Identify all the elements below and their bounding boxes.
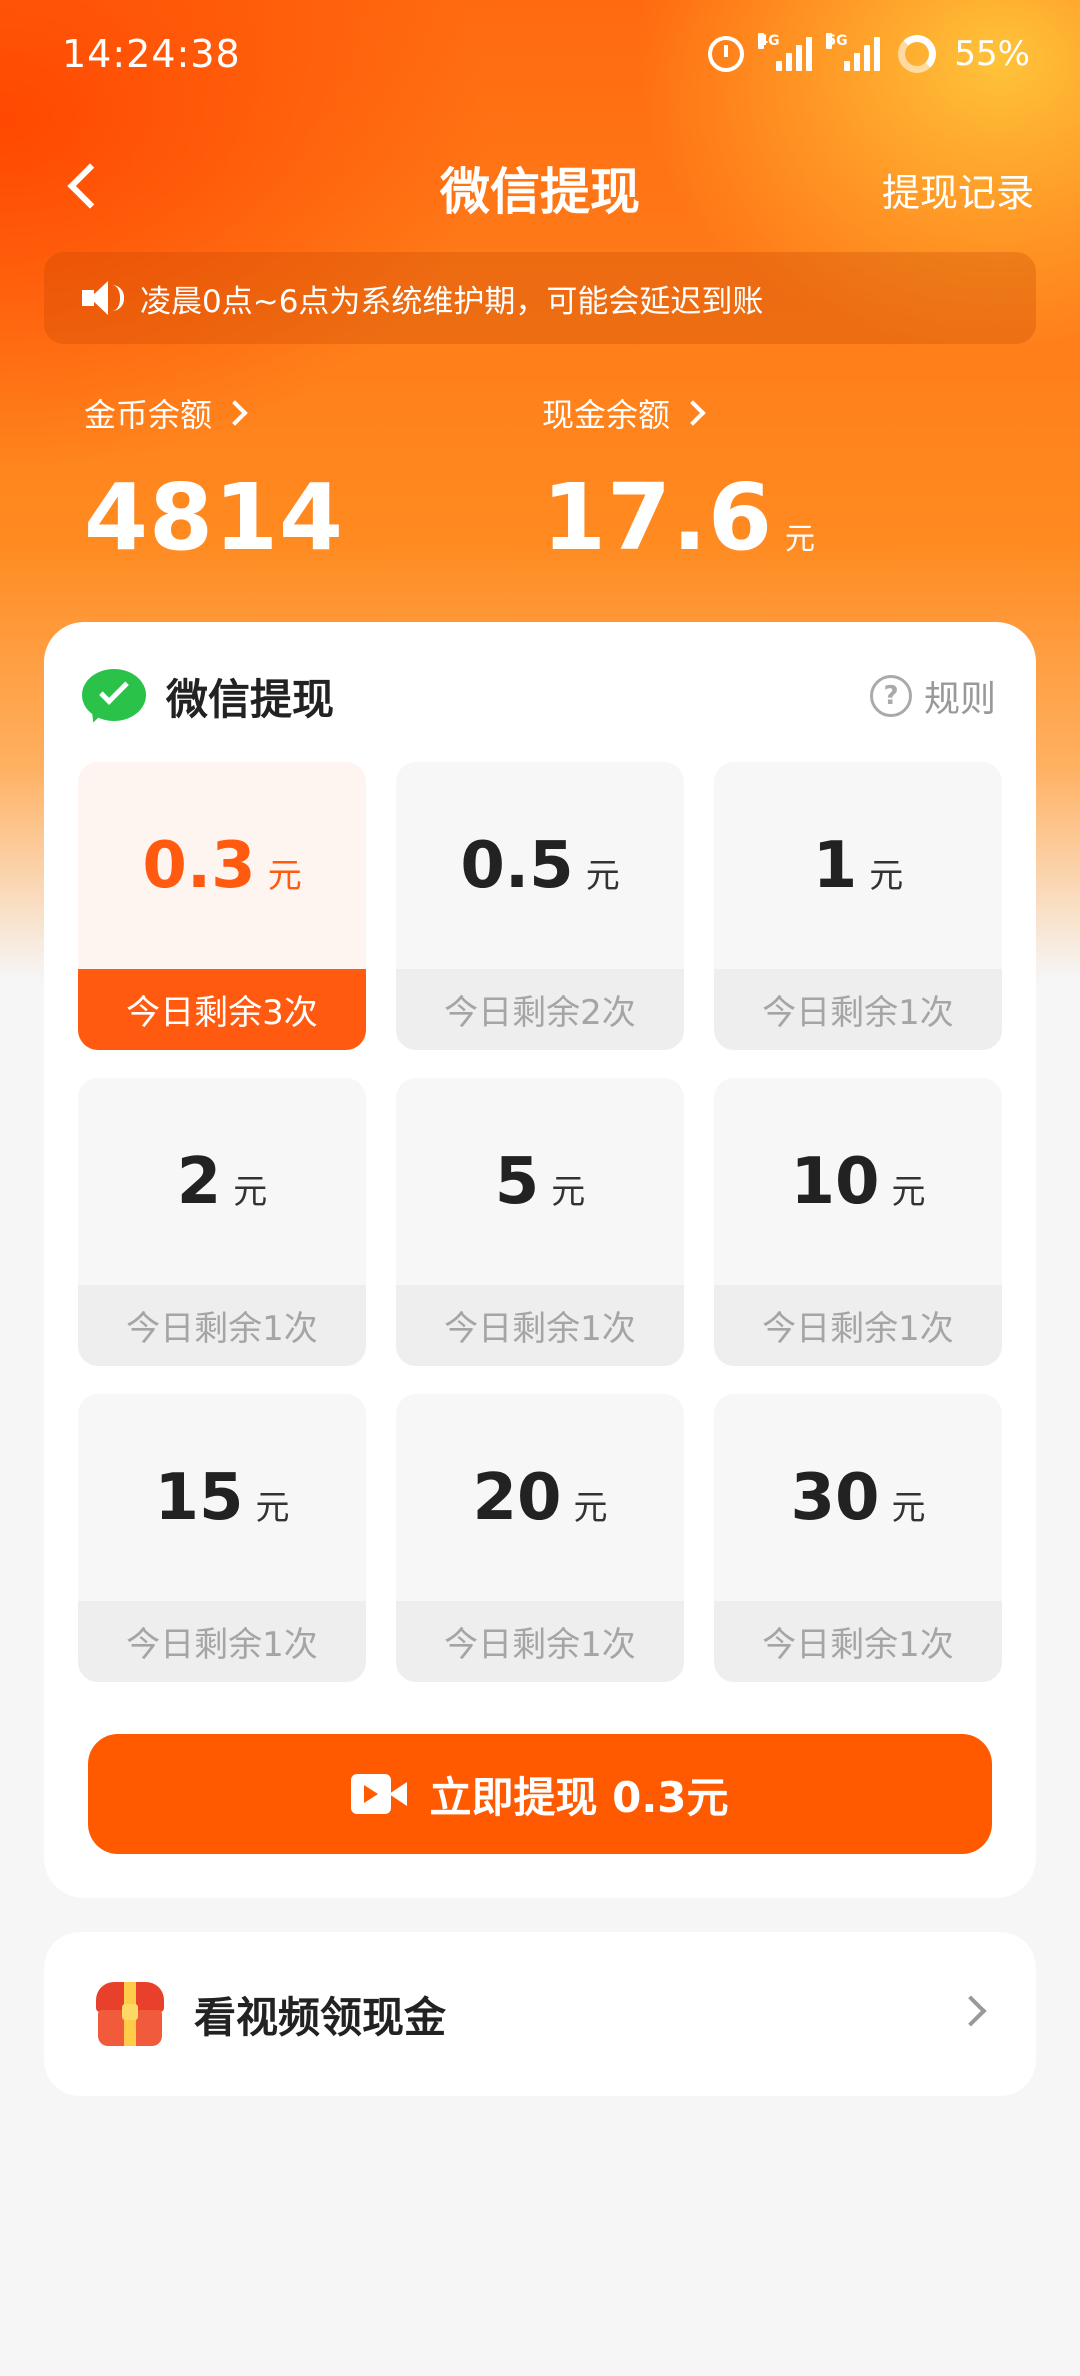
amount-option[interactable]: 10 元 今日剩余1次 <box>714 1078 1002 1366</box>
wechat-icon <box>82 668 146 725</box>
cash-balance[interactable]: 现金余额 17.6 元 <box>542 390 816 571</box>
amount-option[interactable]: 0.5 元 今日剩余2次 <box>396 762 684 1050</box>
amount-option[interactable]: 15 元 今日剩余1次 <box>78 1394 366 1682</box>
amount-option[interactable]: 5元 今日剩余1次 <box>396 1078 684 1366</box>
chevron-right-icon <box>222 400 248 426</box>
option-amount: 0.3 <box>142 828 256 903</box>
option-amount: 5 <box>494 1144 540 1219</box>
alarm-icon <box>708 36 745 72</box>
maintenance-notice: 凌晨0点~6点为系统维护期，可能会延迟到账 <box>44 252 1036 344</box>
rules-link[interactable]: ? 规则 <box>869 670 996 722</box>
amount-option[interactable]: 2元 今日剩余1次 <box>78 1078 366 1366</box>
option-unit: 元 <box>891 1488 926 1528</box>
option-unit: 元 <box>869 856 904 896</box>
option-amount: 20 <box>472 1460 562 1535</box>
cash-balance-unit: 元 <box>785 522 816 557</box>
app-header: 微信提现 提现记录 <box>0 140 1080 230</box>
battery-icon <box>898 35 937 73</box>
option-unit: 元 <box>585 856 620 896</box>
option-unit: 元 <box>891 1172 926 1212</box>
cash-balance-number: 17.6 <box>542 464 773 571</box>
amount-option[interactable]: 1元 今日剩余1次 <box>714 762 1002 1050</box>
withdraw-history-link[interactable]: 提现记录 <box>882 162 1034 217</box>
option-remaining: 今日剩余1次 <box>396 1601 684 1682</box>
option-amount: 2 <box>176 1144 222 1219</box>
question-icon: ? <box>869 675 912 717</box>
signal-4g-icon: 4G <box>758 33 813 71</box>
option-remaining: 今日剩余2次 <box>396 969 684 1050</box>
watch-video-reward-row[interactable]: 看视频领现金 <box>44 1932 1036 2096</box>
status-bar: 14:24:38 4G 5G 55% <box>0 0 1080 110</box>
chevron-right-icon <box>680 400 706 426</box>
option-amount: 30 <box>790 1460 880 1535</box>
option-remaining: 今日剩余1次 <box>78 1601 366 1682</box>
coin-balance-number: 4814 <box>84 464 345 571</box>
treasure-chest-icon <box>94 1978 166 2050</box>
notice-text: 凌晨0点~6点为系统维护期，可能会延迟到账 <box>140 283 764 320</box>
withdraw-button-label: 立即提现 0.3元 <box>429 1772 729 1822</box>
chevron-right-icon <box>955 1995 987 2027</box>
option-remaining: 今日剩余1次 <box>78 1285 366 1366</box>
option-unit: 元 <box>551 1172 586 1212</box>
battery-percent: 55% <box>954 34 1030 74</box>
coin-balance-value: 4814 <box>84 464 344 571</box>
cash-balance-value: 17.6 元 <box>542 464 816 571</box>
option-remaining: 今日剩余1次 <box>396 1285 684 1366</box>
withdraw-card: 微信提现 ? 规则 0.3 元 今日剩余3次 0.5 元 今日剩余2次 1元 今日剩… <box>44 622 1036 1898</box>
option-remaining: 今日剩余3次 <box>78 969 366 1050</box>
rules-label: 规则 <box>923 679 996 720</box>
option-remaining: 今日剩余1次 <box>714 1601 1002 1682</box>
coin-balance-label: 金币余额 <box>84 396 213 434</box>
option-unit: 元 <box>267 856 302 896</box>
option-amount: 15 <box>154 1460 244 1535</box>
amount-option[interactable]: 30 元 今日剩余1次 <box>714 1394 1002 1682</box>
network-type-label: 5G <box>826 33 848 49</box>
status-icons: 4G 5G 55% <box>708 33 1030 74</box>
cash-balance-label-row[interactable]: 现金余额 <box>542 390 816 436</box>
option-unit: 元 <box>233 1172 268 1212</box>
option-remaining: 今日剩余1次 <box>714 969 1002 1050</box>
option-unit: 元 <box>255 1488 290 1528</box>
card-header: 微信提现 <box>82 666 334 727</box>
amount-option[interactable]: 20 元 今日剩余1次 <box>396 1394 684 1682</box>
option-amount: 0.5 <box>460 828 574 903</box>
network-type-label: 4G <box>758 33 780 49</box>
withdraw-now-button[interactable]: 立即提现 0.3元 <box>88 1734 992 1854</box>
reward-label: 看视频领现金 <box>194 1992 447 2042</box>
coin-balance-label-row[interactable]: 金币余额 <box>84 390 344 436</box>
speaker-icon <box>82 281 124 315</box>
cash-balance-label: 现金余额 <box>542 396 671 434</box>
option-remaining: 今日剩余1次 <box>714 1285 1002 1366</box>
amount-options-grid: 0.3 元 今日剩余3次 0.5 元 今日剩余2次 1元 今日剩余1次 2元 今日剩… <box>78 762 1002 1682</box>
status-time: 14:24:38 <box>62 32 241 76</box>
card-title: 微信提现 <box>166 675 335 724</box>
amount-option[interactable]: 0.3 元 今日剩余3次 <box>78 762 366 1050</box>
signal-5g-icon: 5G <box>826 33 881 71</box>
option-amount: 10 <box>790 1144 880 1219</box>
option-amount: 1 <box>812 828 858 903</box>
option-unit: 元 <box>573 1488 608 1528</box>
coin-balance[interactable]: 金币余额 4814 <box>84 390 344 571</box>
video-camera-icon <box>351 1774 408 1814</box>
